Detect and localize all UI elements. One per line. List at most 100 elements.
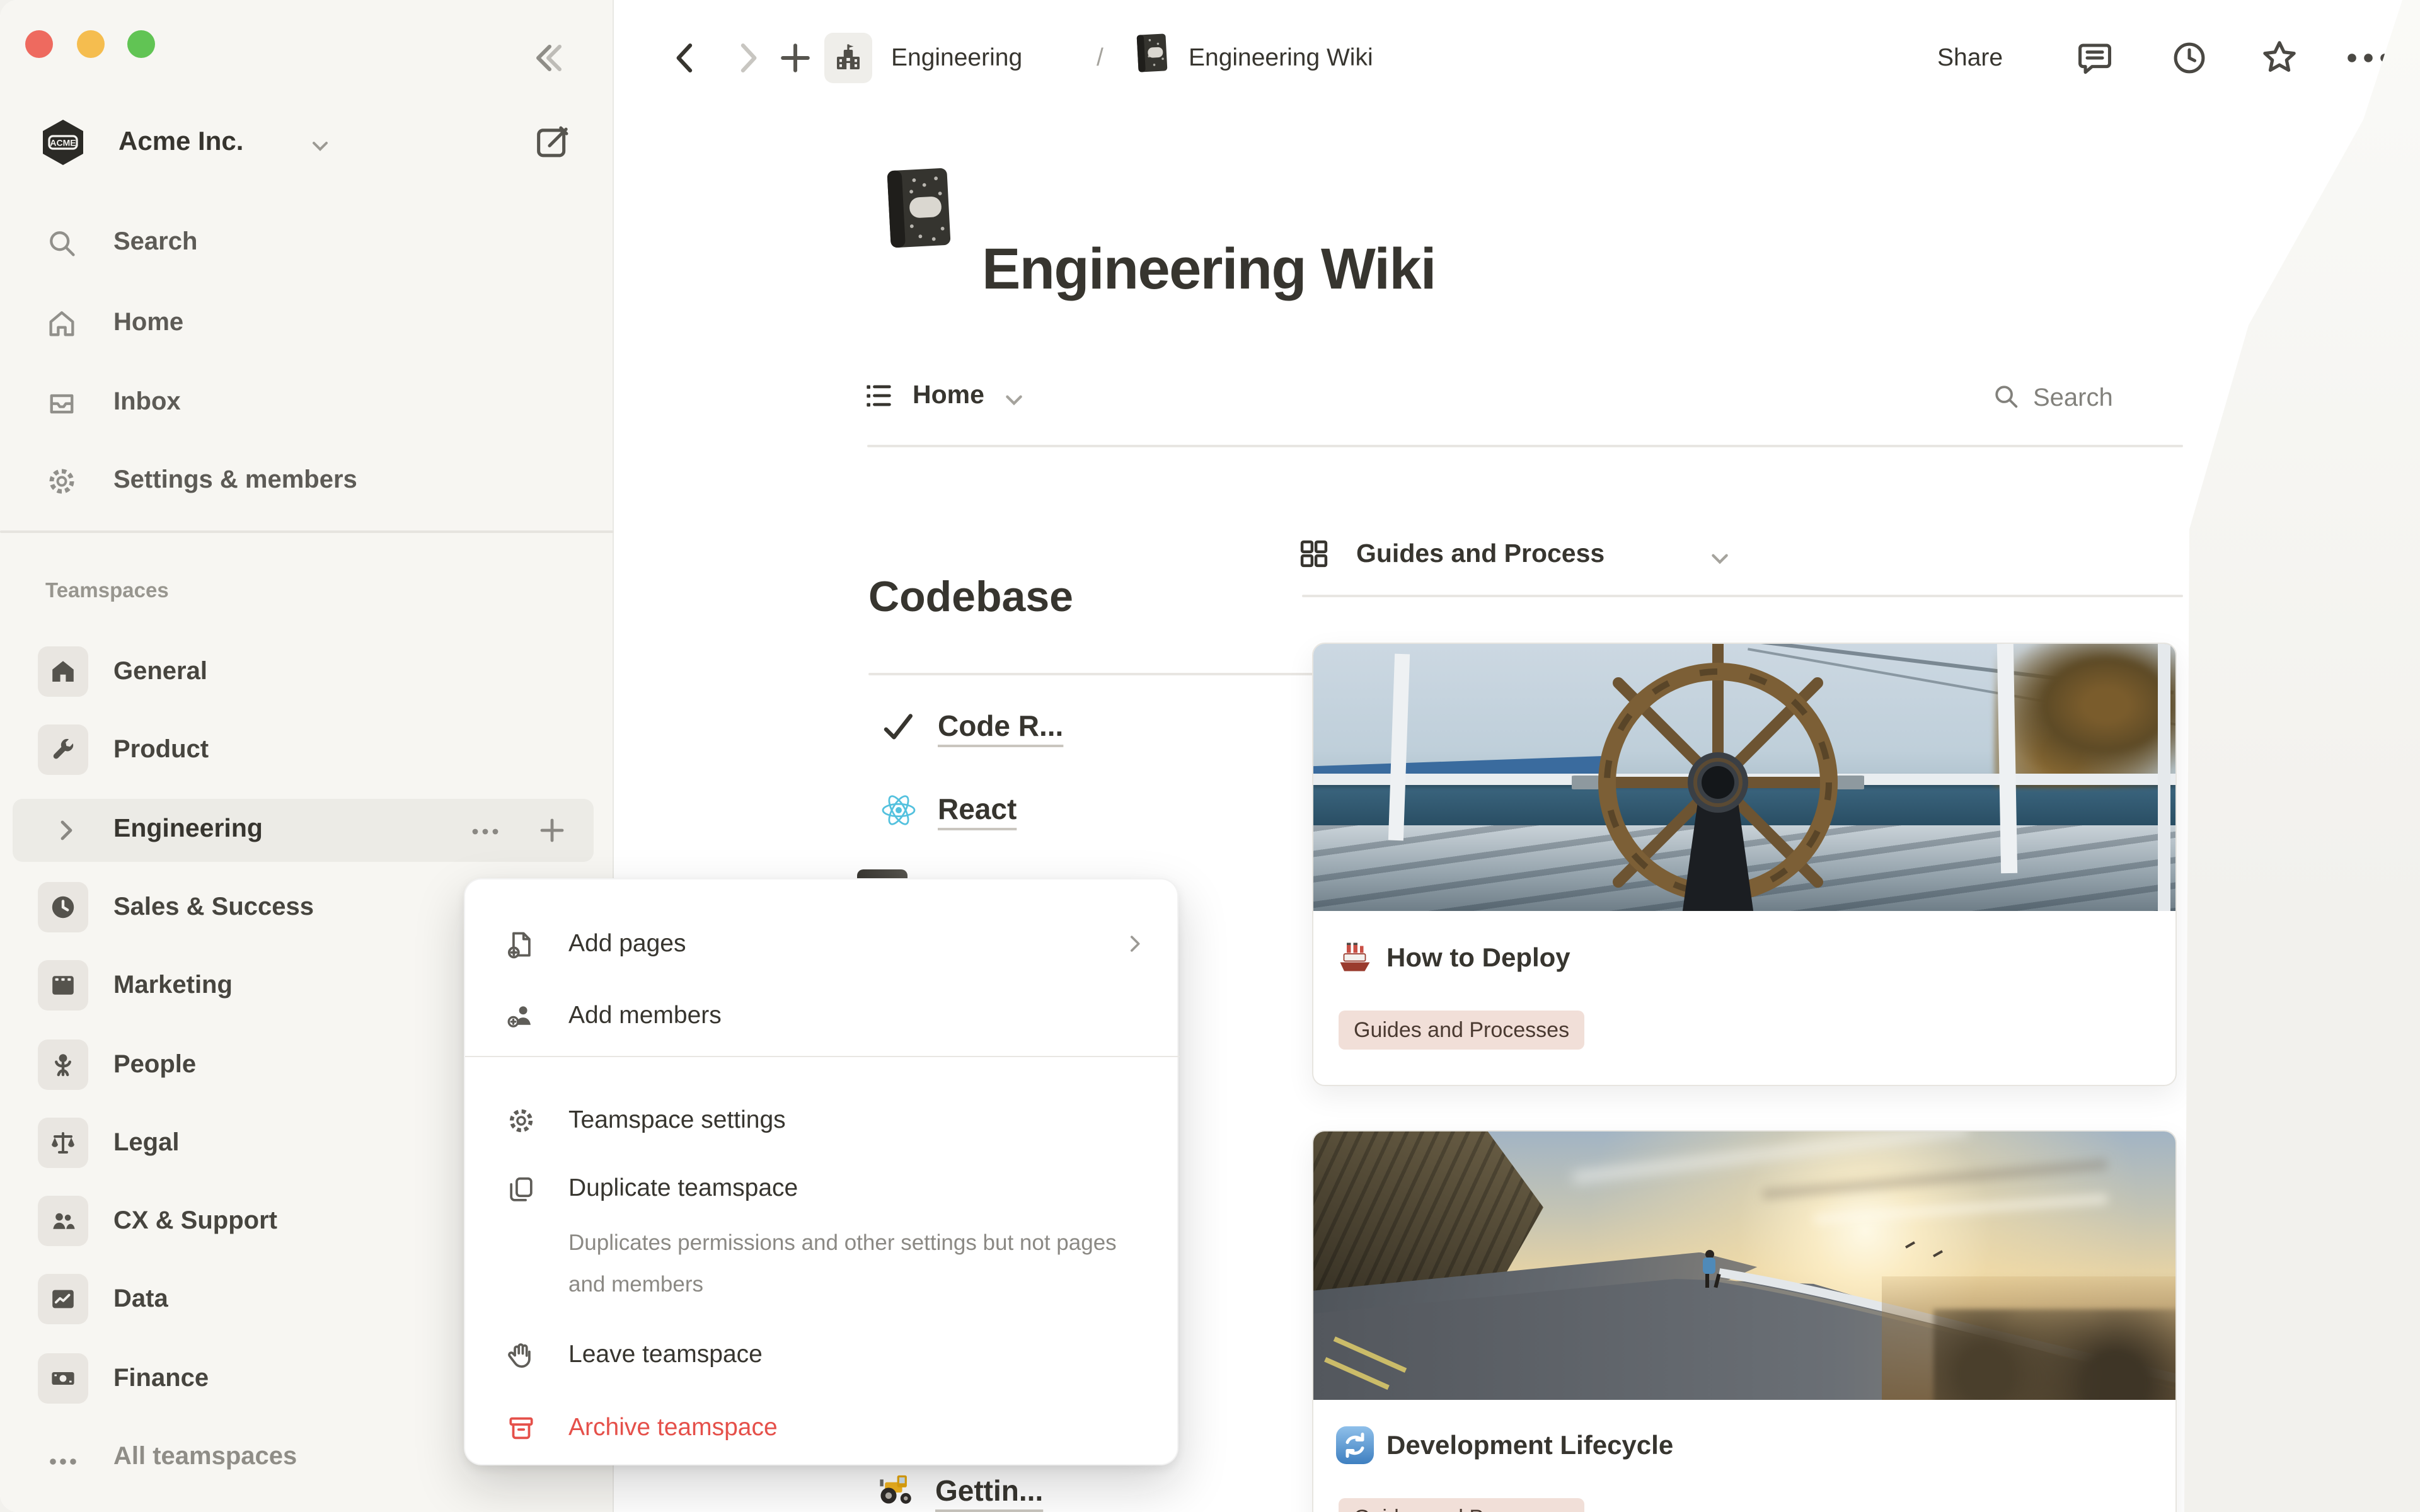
screenshot: ACME Acme Inc. Search Home Inbox Setting… xyxy=(0,0,2420,1512)
home-icon xyxy=(45,307,78,340)
sidebar-item-settings[interactable]: Settings & members xyxy=(0,451,614,512)
minimize-window-button[interactable] xyxy=(77,30,105,58)
expand-chevron-icon[interactable] xyxy=(50,815,81,845)
menu-item-archive-teamspace[interactable]: Archive teamspace xyxy=(465,1396,1180,1462)
clock-icon xyxy=(38,882,88,932)
page-add-icon xyxy=(505,929,537,960)
gallery-divider xyxy=(1302,595,2183,597)
workspace-switcher[interactable]: ACME Acme Inc. xyxy=(0,116,614,174)
history-icon[interactable] xyxy=(2169,38,2210,78)
card-cover-road-sunset xyxy=(1313,1131,2175,1400)
sidebar-item-label: Settings & members xyxy=(113,466,357,495)
menu-divider xyxy=(465,1056,1180,1057)
card-tag: Guides and Processes xyxy=(1339,1011,1584,1050)
zoom-window-button[interactable] xyxy=(127,30,155,58)
inbox-icon xyxy=(45,387,78,420)
check-icon xyxy=(880,708,918,746)
list-view-icon xyxy=(862,379,895,412)
menu-item-add-members[interactable]: Add members xyxy=(465,984,1180,1050)
svg-text:ACME: ACME xyxy=(50,138,76,148)
wrench-icon xyxy=(38,724,88,775)
building-icon xyxy=(833,42,863,74)
page-link-label: React xyxy=(938,793,1017,827)
breadcrumb-teamspace[interactable] xyxy=(824,33,872,83)
share-button[interactable]: Share xyxy=(1937,44,2003,73)
ship-wheel-graphic xyxy=(1572,644,1865,911)
card-title: How to Deploy xyxy=(1386,944,1570,974)
menu-item-description: Duplicates permissions and other setting… xyxy=(568,1222,1138,1305)
gear-icon xyxy=(505,1105,537,1137)
breadcrumb-separator: / xyxy=(1097,44,1103,73)
menu-item-add-pages[interactable]: Add pages xyxy=(465,912,1180,978)
sprout-icon xyxy=(38,1040,88,1090)
teamspace-context-menu: Add pages Add members Teamspace settings… xyxy=(464,878,1178,1465)
notion-window: ACME Acme Inc. Search Home Inbox Setting… xyxy=(0,0,2420,1512)
close-window-button[interactable] xyxy=(25,30,53,58)
new-page-plus-icon[interactable] xyxy=(774,37,817,79)
menu-item-leave-teamspace[interactable]: Leave teamspace xyxy=(465,1323,1180,1389)
dots-icon xyxy=(45,1446,81,1477)
new-page-compose-icon[interactable] xyxy=(532,122,572,163)
menu-item-teamspace-settings[interactable]: Teamspace settings xyxy=(465,1089,1180,1154)
chart-icon xyxy=(38,1274,88,1324)
people-icon xyxy=(38,1196,88,1246)
chevron-down-icon[interactable] xyxy=(1003,389,1025,411)
chevron-down-icon xyxy=(310,136,330,156)
sidebar-divider xyxy=(0,530,614,533)
refresh-icon xyxy=(1336,1426,1374,1464)
gallery-title[interactable]: Guides and Process xyxy=(1356,539,1605,570)
star-icon[interactable] xyxy=(2259,37,2300,78)
sidebar-item-general[interactable]: General xyxy=(0,641,614,712)
view-search[interactable]: Search xyxy=(1991,382,2113,413)
submenu-chevron-icon xyxy=(1122,931,1147,956)
card-how-to-deploy[interactable]: How to Deploy Guides and Processes xyxy=(1312,643,2177,1086)
teamspaces-section-label: Teamspaces xyxy=(45,580,169,604)
nav-forward-icon[interactable] xyxy=(726,37,769,79)
sidebar-item-label: Search xyxy=(113,228,197,257)
page-title[interactable]: Engineering Wiki xyxy=(982,234,1436,302)
page-icon-notebook[interactable] xyxy=(882,164,955,252)
breadcrumb-page-label[interactable]: Engineering Wiki xyxy=(1189,44,1373,73)
hand-wave-icon xyxy=(505,1339,537,1371)
menu-item-duplicate-teamspace[interactable]: Duplicate teamspace xyxy=(465,1157,1180,1222)
archive-icon xyxy=(505,1412,537,1444)
codebase-heading[interactable]: Codebase xyxy=(868,573,1073,622)
add-page-plus-icon[interactable] xyxy=(534,813,570,848)
nav-back-icon[interactable] xyxy=(664,37,707,79)
collapse-sidebar-icon[interactable] xyxy=(524,35,570,81)
workspace-name: Acme Inc. xyxy=(118,127,243,158)
breadcrumb-teamspace-label[interactable]: Engineering xyxy=(891,44,1022,73)
page-link-label: Gettin... xyxy=(935,1474,1043,1508)
tractor-icon xyxy=(875,1469,918,1507)
sidebar-item-label: Home xyxy=(113,309,183,338)
tab-divider xyxy=(867,445,2183,447)
notebook-icon xyxy=(1134,32,1170,74)
comments-icon[interactable] xyxy=(2075,38,2115,78)
banknote-icon xyxy=(38,1353,88,1404)
scales-icon xyxy=(38,1118,88,1168)
teamspace-name: Engineering xyxy=(113,814,263,844)
tab-home[interactable]: Home xyxy=(913,381,984,411)
gear-icon xyxy=(45,465,78,498)
sidebar-item-home[interactable]: Home xyxy=(0,294,614,354)
sidebar-item-product[interactable]: Product xyxy=(0,719,614,790)
person-add-icon xyxy=(505,1000,537,1032)
duplicate-icon xyxy=(505,1173,537,1205)
card-tag: Guides and Processes xyxy=(1339,1498,1584,1512)
sidebar-item-engineering[interactable]: Engineering xyxy=(13,799,594,862)
page-link-label: Code R... xyxy=(938,709,1063,743)
ship-icon xyxy=(1336,939,1374,976)
sidebar-item-inbox[interactable]: Inbox xyxy=(0,373,614,433)
sidebar-item-search[interactable]: Search xyxy=(0,213,614,273)
react-icon xyxy=(880,791,918,829)
video-icon xyxy=(38,960,88,1011)
more-icon[interactable] xyxy=(2343,48,2394,68)
card-development-lifecycle[interactable]: Development Lifecycle Guides and Process… xyxy=(1312,1130,2177,1512)
card-cover-ship-wheel xyxy=(1313,644,2175,911)
grid-view-icon xyxy=(1297,537,1331,571)
chevron-down-icon[interactable] xyxy=(1709,548,1731,570)
sidebar-item-label: Inbox xyxy=(113,388,181,417)
more-actions-icon[interactable] xyxy=(469,815,502,848)
house-icon xyxy=(38,646,88,697)
search-label: Search xyxy=(2033,384,2113,412)
